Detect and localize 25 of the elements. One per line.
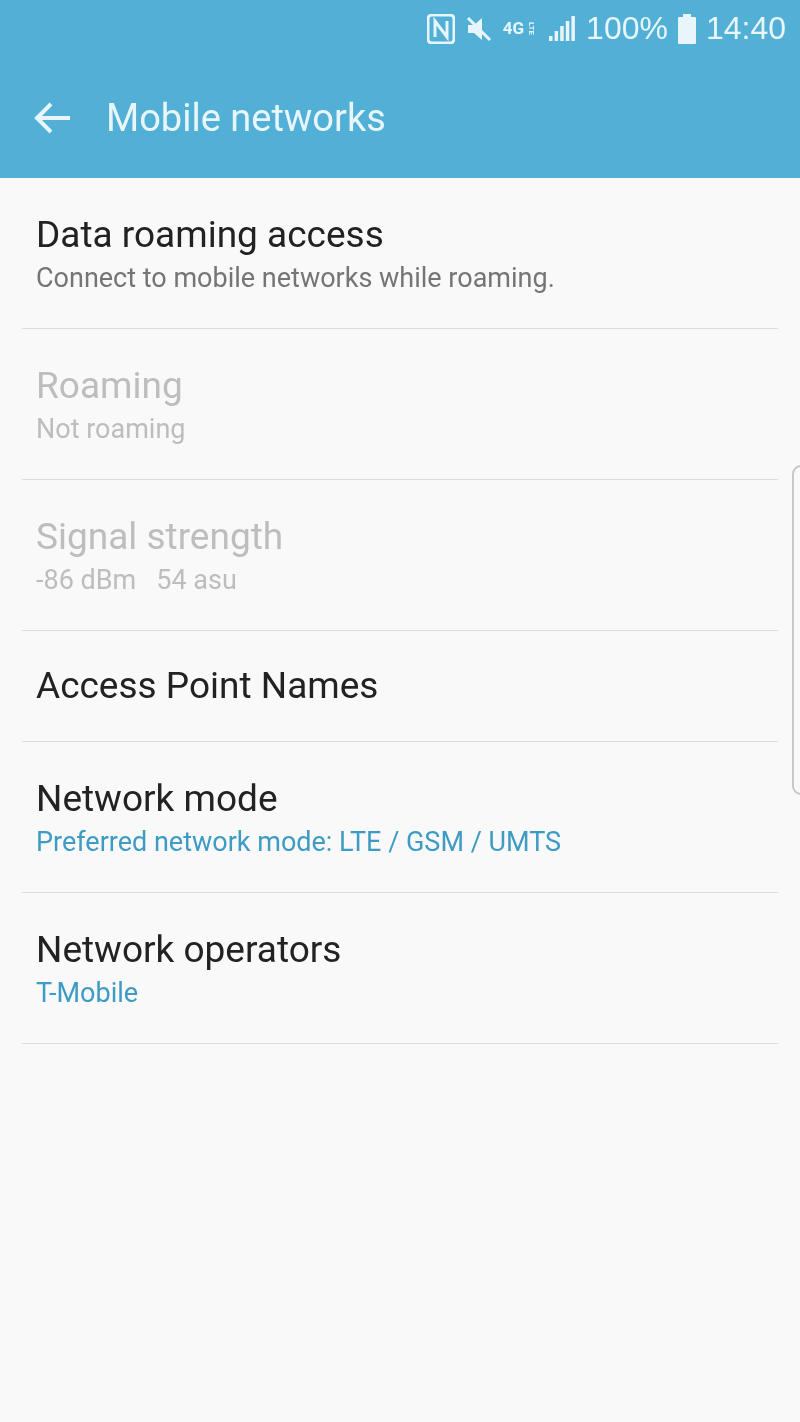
setting-title: Roaming bbox=[36, 362, 184, 409]
settings-item[interactable]: Access Point Names bbox=[22, 631, 778, 742]
setting-summary: Connect to mobile networks while roaming. bbox=[36, 262, 556, 295]
network-type: 4G bbox=[502, 20, 525, 37]
setting-title: Data roaming access bbox=[36, 211, 385, 258]
nfc-icon bbox=[426, 13, 455, 44]
setting-summary: -86 dBm 54 asu bbox=[36, 564, 238, 597]
setting-summary: T-Mobile bbox=[36, 977, 140, 1010]
signal-icon bbox=[548, 14, 577, 43]
setting-summary: Preferred network mode: LTE / GSM / UMTS bbox=[36, 826, 563, 859]
back-button[interactable] bbox=[34, 100, 72, 135]
settings-item[interactable]: Network mode Preferred network mode: LTE / GSM / UMTS bbox=[22, 742, 778, 893]
battery-percent: 100% bbox=[586, 10, 668, 47]
setting-title: Signal strength bbox=[36, 513, 285, 560]
setting-title: Network operators bbox=[36, 926, 343, 973]
settings-item[interactable]: Network operators T-Mobile bbox=[22, 893, 778, 1044]
setting-title: Access Point Names bbox=[36, 662, 380, 709]
mute-icon bbox=[464, 14, 493, 43]
screen-title: Mobile networks bbox=[106, 95, 386, 140]
setting-title: Network mode bbox=[36, 775, 279, 822]
clock: 14:40 bbox=[705, 10, 786, 47]
battery-icon bbox=[677, 13, 696, 44]
network-subtype: LTE bbox=[527, 22, 537, 35]
setting-summary: Not roaming bbox=[36, 413, 187, 446]
settings-item[interactable]: Data roaming access Connect to mobile networks while roaming. bbox=[22, 178, 778, 329]
